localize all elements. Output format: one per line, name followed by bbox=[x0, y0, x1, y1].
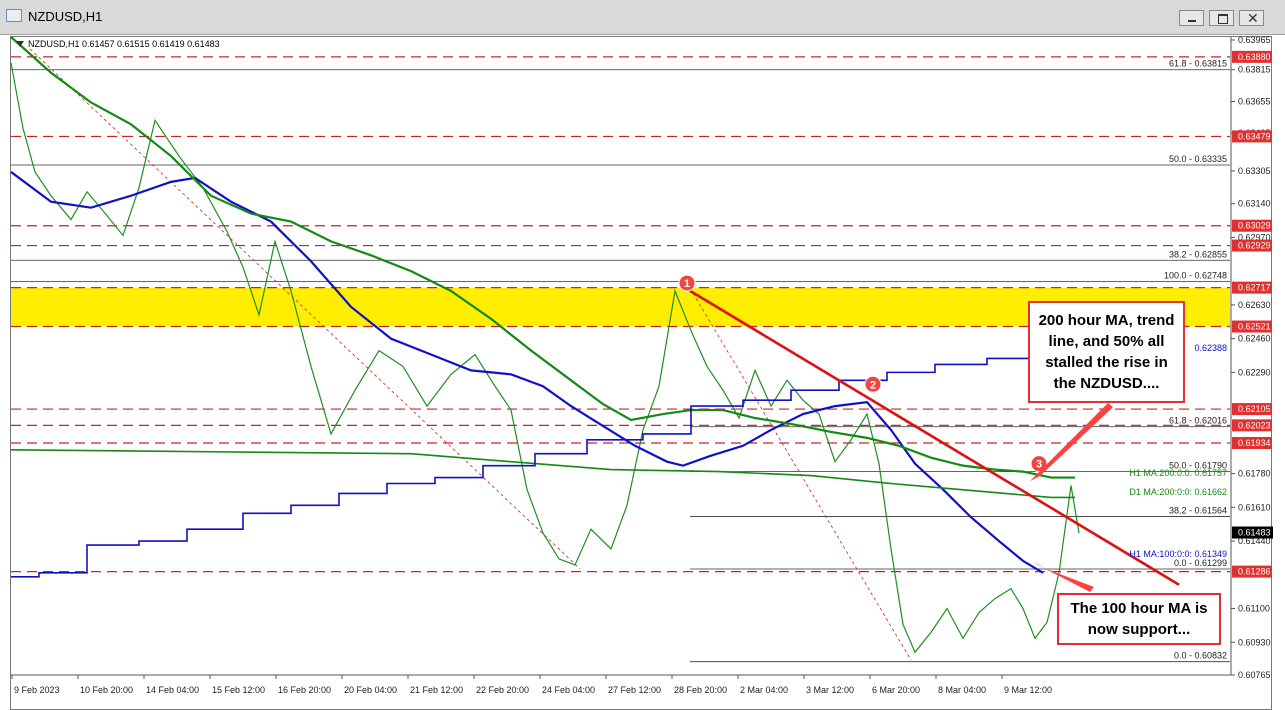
ma-label: D1 MA:200:0:0: 0.61662 bbox=[1129, 487, 1227, 497]
ma200-h1-line bbox=[10, 36, 1075, 479]
price-line bbox=[10, 62, 1080, 654]
ma-label: H1 MA:200:0:0: 0.61757 bbox=[1129, 468, 1227, 478]
y-tick-label: 0.62460 bbox=[1238, 334, 1271, 344]
price-tag-label: 0.62717 bbox=[1238, 283, 1271, 293]
price-tag-label: 0.63880 bbox=[1238, 52, 1271, 62]
y-tick-label: 0.63140 bbox=[1238, 199, 1271, 209]
bottom-callout: The 100 hour MA is now support... bbox=[1057, 593, 1221, 645]
ma-label: 0.62388 bbox=[1194, 343, 1227, 353]
y-tick-label: 0.61100 bbox=[1238, 604, 1270, 614]
fib-lower-label: 61.8 - 0.62016 bbox=[1169, 416, 1227, 426]
price-tag-label: 0.62023 bbox=[1238, 420, 1271, 430]
x-tick-label: 15 Feb 12:00 bbox=[212, 685, 265, 695]
price-tag-label: 0.62521 bbox=[1238, 322, 1271, 332]
top-callout-arrow bbox=[1030, 403, 1113, 481]
y-tick-label: 0.62290 bbox=[1238, 367, 1271, 377]
fib-lower-label: 0.0 - 0.61299 bbox=[1174, 558, 1227, 568]
x-tick-label: 3 Mar 12:00 bbox=[806, 685, 854, 695]
x-tick-label: 16 Feb 20:00 bbox=[278, 685, 331, 695]
bottom-callout-text: The 100 hour MA is now support... bbox=[1070, 600, 1208, 638]
x-tick-label: 22 Feb 20:00 bbox=[476, 685, 529, 695]
price-tag-label: 0.63029 bbox=[1238, 221, 1271, 231]
y-tick-label: 0.63655 bbox=[1238, 96, 1271, 106]
marker-label: 1 bbox=[684, 278, 690, 290]
x-tick-label: 24 Feb 04:00 bbox=[542, 685, 595, 695]
y-tick-label: 0.60765 bbox=[1238, 670, 1271, 680]
x-tick-label: 27 Feb 12:00 bbox=[608, 685, 661, 695]
marker-label: 3 bbox=[1036, 459, 1042, 471]
price-tag-label: 0.61286 bbox=[1238, 567, 1271, 577]
fib-lower-label: 0.0 - 0.60832 bbox=[1174, 651, 1227, 661]
y-tick-label: 0.63815 bbox=[1238, 65, 1271, 75]
marker-label: 2 bbox=[870, 379, 876, 391]
y-tick-label: 0.60930 bbox=[1238, 637, 1271, 647]
fib-lower-label: 38.2 - 0.61564 bbox=[1169, 505, 1227, 515]
y-tick-label: 0.63965 bbox=[1238, 35, 1271, 45]
chart-info: NZDUSD,H1 0.61457 0.61515 0.61419 0.6148… bbox=[28, 39, 220, 49]
x-tick-label: 8 Mar 04:00 bbox=[938, 685, 986, 695]
price-tag-label: 0.62929 bbox=[1238, 241, 1271, 251]
x-tick-label: 9 Feb 2023 bbox=[14, 685, 60, 695]
x-tick-label: 9 Mar 12:00 bbox=[1004, 685, 1052, 695]
price-tag-label: 0.62105 bbox=[1238, 404, 1271, 414]
y-tick-label: 0.63305 bbox=[1238, 166, 1271, 176]
x-tick-label: 28 Feb 20:00 bbox=[674, 685, 727, 695]
x-tick-label: 10 Feb 20:00 bbox=[80, 685, 133, 695]
fib-upper-label: 61.8 - 0.63815 bbox=[1169, 59, 1227, 69]
ma-label: H1 MA:100:0:0: 0.61349 bbox=[1129, 549, 1227, 559]
ma200-d1-line bbox=[10, 448, 1075, 499]
x-tick-label: 2 Mar 04:00 bbox=[740, 685, 788, 695]
fib-upper-label: 38.2 - 0.62855 bbox=[1169, 249, 1227, 259]
top-callout: 200 hour MA, trend line, and 50% all sta… bbox=[1028, 301, 1185, 403]
y-tick-label: 0.61780 bbox=[1238, 469, 1271, 479]
fib-upper-label: 50.0 - 0.63335 bbox=[1169, 154, 1227, 164]
bottom-callout-arrow bbox=[1034, 562, 1094, 592]
price-tag-label: 0.63479 bbox=[1238, 131, 1271, 141]
y-tick-label: 0.61610 bbox=[1238, 502, 1271, 512]
top-callout-text: 200 hour MA, trend line, and 50% all sta… bbox=[1038, 312, 1175, 392]
x-tick-label: 20 Feb 04:00 bbox=[344, 685, 397, 695]
price-tag-label: 0.61934 bbox=[1238, 438, 1271, 448]
x-tick-label: 21 Feb 12:00 bbox=[410, 685, 463, 695]
fib-upper-label: 100.0 - 0.62748 bbox=[1164, 270, 1227, 280]
x-tick-label: 14 Feb 04:00 bbox=[146, 685, 199, 695]
y-tick-label: 0.62630 bbox=[1238, 300, 1271, 310]
x-tick-label: 6 Mar 20:00 bbox=[872, 685, 920, 695]
current-price-label: 0.61483 bbox=[1238, 528, 1271, 538]
